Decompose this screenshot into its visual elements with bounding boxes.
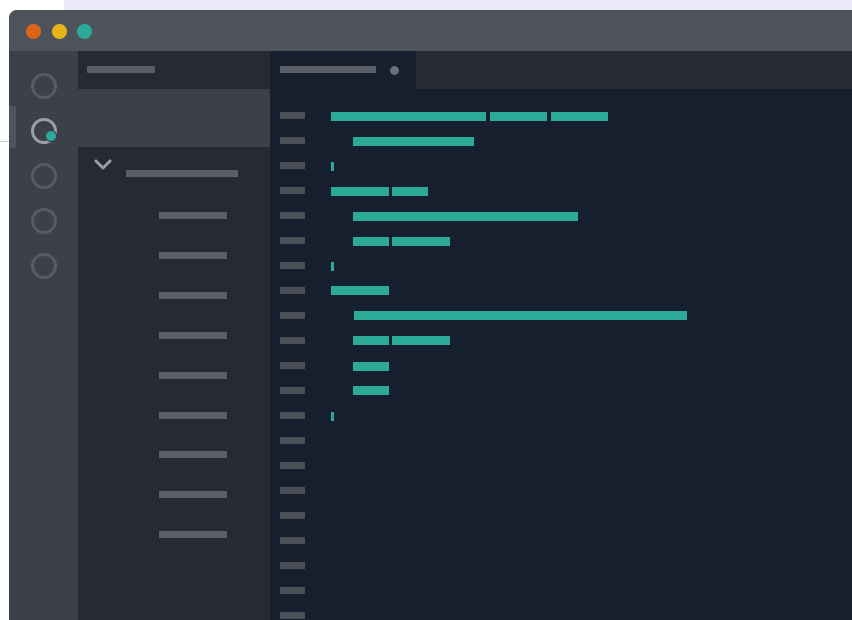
line-number [280,487,305,494]
line-number [280,612,305,619]
code-token [331,262,334,271]
sidebar-header [78,51,270,89]
editor-window [9,10,852,620]
code-token [353,362,389,371]
notification-badge [45,130,57,142]
activity-item-5[interactable] [9,245,78,285]
code-token [551,112,608,121]
tab-title-placeholder [280,66,376,73]
circle-icon [31,208,57,234]
line-number [280,112,305,119]
code-token [392,187,428,196]
line-number [280,162,305,169]
activity-item-4[interactable] [9,200,78,240]
line-number [280,312,305,319]
tab-strip [270,51,852,89]
line-number [280,537,305,544]
line-number [280,362,305,369]
circle-icon [31,73,57,99]
file-item[interactable] [159,292,227,299]
file-item[interactable] [159,531,227,538]
file-item[interactable] [159,491,227,498]
line-number [280,287,305,294]
code-token [331,286,389,295]
unsaved-dot-icon[interactable] [390,66,399,75]
file-item[interactable] [159,372,227,379]
file-item[interactable] [159,212,227,219]
activity-item-1[interactable] [9,65,78,105]
code-token [354,311,687,320]
file-item[interactable] [159,412,227,419]
code-token [392,237,450,246]
maximize-window-button[interactable] [77,24,92,39]
file-item[interactable] [159,252,227,259]
code-token [353,212,578,221]
code-token [353,237,389,246]
line-number [280,412,305,419]
line-number [280,237,305,244]
chevron-down-icon[interactable] [94,158,112,172]
activity-bar [9,51,78,620]
circle-icon [31,253,57,279]
circle-icon [31,163,57,189]
line-number [280,387,305,394]
code-token [331,187,389,196]
line-number [280,187,305,194]
close-window-button[interactable] [26,24,41,39]
minimize-window-button[interactable] [52,24,67,39]
file-item[interactable] [159,451,227,458]
explorer-sidebar [78,51,270,620]
sidebar-title-placeholder [87,66,155,73]
title-bar [9,10,852,51]
code-token [392,336,450,345]
line-number [280,137,305,144]
code-token [353,137,474,146]
line-number [280,262,305,269]
file-item[interactable] [159,332,227,339]
line-number [280,212,305,219]
line-number [280,587,305,594]
line-number [280,437,305,444]
activity-item-3[interactable] [9,155,78,195]
code-token [490,112,547,121]
sidebar-selected-row[interactable] [78,89,270,147]
line-number [280,462,305,469]
code-token [353,336,389,345]
line-number [280,562,305,569]
activity-item-2[interactable] [9,110,78,150]
code-token [331,112,486,121]
line-number [280,512,305,519]
code-token [353,386,389,395]
code-editor[interactable] [270,51,852,620]
folder-label-placeholder[interactable] [126,170,238,177]
code-token [331,162,334,171]
line-number [280,337,305,344]
editor-tab[interactable] [270,51,416,89]
code-token [331,412,334,421]
